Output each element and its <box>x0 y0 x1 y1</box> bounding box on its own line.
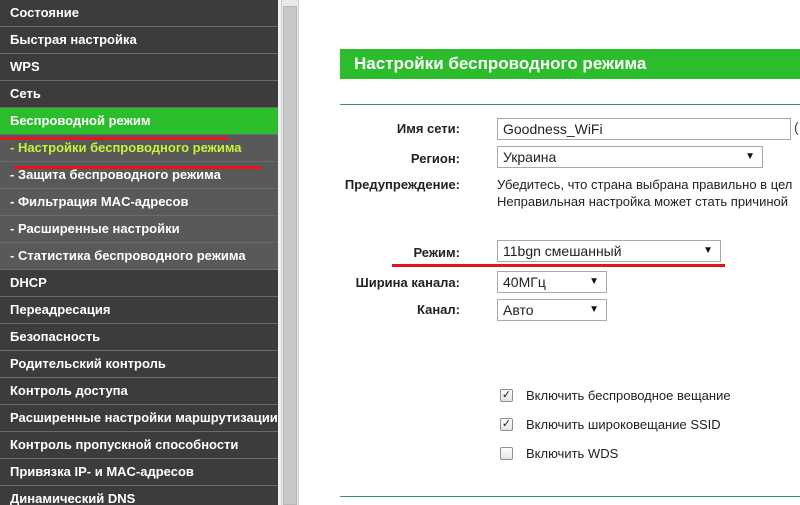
page-title: Настройки беспроводного режима <box>340 49 800 79</box>
channel-width-select[interactable]: 40МГц ▼ <box>497 271 607 293</box>
annotation-underline-mode <box>392 264 725 267</box>
sidebar-item-forwarding[interactable]: Переадресация <box>0 297 278 324</box>
sidebar-item-status[interactable]: Состояние <box>0 0 278 27</box>
channel-label: Канал: <box>417 302 460 317</box>
sidebar-nav: Состояние Быстрая настройка WPS Сеть Бес… <box>0 0 278 505</box>
sidebar-item-bandwidth-control[interactable]: Контроль пропускной способности <box>0 432 278 459</box>
region-label: Регион: <box>410 151 460 166</box>
region-select[interactable]: Украина ▼ <box>497 146 763 168</box>
dropdown-arrow-icon: ▼ <box>589 276 599 287</box>
network-name-label: Имя сети: <box>396 121 460 136</box>
enable-ssid-broadcast-checkbox[interactable]: ✓ <box>500 418 513 431</box>
dropdown-arrow-icon: ▼ <box>589 304 599 315</box>
channel-width-label: Ширина канала: <box>355 275 460 290</box>
warning-label: Предупреждение: <box>344 177 460 192</box>
dropdown-arrow-icon: ▼ <box>703 245 713 256</box>
sidebar-item-dhcp[interactable]: DHCP <box>0 270 278 297</box>
sidebar-item-access-control[interactable]: Контроль доступа <box>0 378 278 405</box>
scrollbar-thumb[interactable] <box>283 6 297 505</box>
annotation-underline-wireless <box>0 137 228 140</box>
enable-wireless-broadcast-checkbox[interactable]: ✓ <box>500 389 513 402</box>
main-content: Настройки беспроводного режима Имя сети:… <box>300 0 800 505</box>
enable-wireless-broadcast-label: Включить беспроводное вещание <box>526 388 731 403</box>
channel-width-select-value: 40МГц <box>503 274 546 290</box>
sidebar-item-mac-filtering[interactable]: - Фильтрация MAC-адресов <box>0 189 278 216</box>
mode-select-value: 11bgn смешанный <box>503 243 622 259</box>
sidebar-item-ip-mac-binding[interactable]: Привязка IP- и MAC-адресов <box>0 459 278 486</box>
sidebar-item-network[interactable]: Сеть <box>0 81 278 108</box>
sidebar-item-wireless-advanced[interactable]: - Расширенные настройки <box>0 216 278 243</box>
network-name-input[interactable]: Goodness_WiFi <box>497 118 791 140</box>
title-divider <box>340 104 800 105</box>
annotation-underline-wireless-settings <box>14 166 262 169</box>
enable-ssid-broadcast-label: Включить широковещание SSID <box>526 417 721 432</box>
enable-wds-checkbox[interactable] <box>500 447 513 460</box>
sidebar-item-wps[interactable]: WPS <box>0 54 278 81</box>
mode-label: Режим: <box>413 245 460 260</box>
sidebar-item-wireless[interactable]: Беспроводной режим <box>0 108 278 135</box>
mode-select[interactable]: 11bgn смешанный ▼ <box>497 240 721 262</box>
region-select-value: Украина <box>503 149 557 165</box>
sidebar-item-wireless-statistics[interactable]: - Статистика беспроводного режима <box>0 243 278 270</box>
bottom-divider <box>340 496 800 497</box>
sidebar-item-advanced-routing[interactable]: Расширенные настройки маршрутизации <box>0 405 278 432</box>
dropdown-arrow-icon: ▼ <box>745 151 755 162</box>
network-name-hint: ( <box>794 119 799 135</box>
sidebar-item-parental-control[interactable]: Родительский контроль <box>0 351 278 378</box>
enable-wds-label: Включить WDS <box>526 446 619 461</box>
warning-text-line-2: Неправильная настройка может стать причи… <box>497 194 789 209</box>
warning-text-line-1: Убедитесь, что страна выбрана правильно … <box>497 177 793 192</box>
channel-select[interactable]: Авто ▼ <box>497 299 607 321</box>
sidebar-item-quick-setup[interactable]: Быстрая настройка <box>0 27 278 54</box>
channel-select-value: Авто <box>503 302 534 318</box>
sidebar-item-security[interactable]: Безопасность <box>0 324 278 351</box>
sidebar-item-ddns[interactable]: Динамический DNS <box>0 486 278 505</box>
